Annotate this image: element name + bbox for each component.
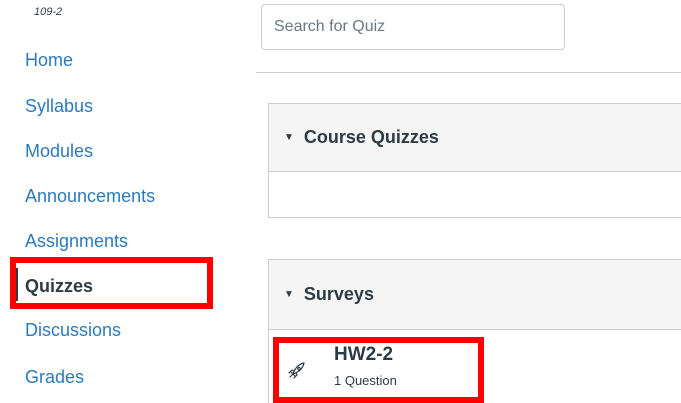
quiz-list-item[interactable] (268, 330, 681, 403)
nav-item-assignments[interactable]: Assignments (25, 231, 128, 252)
header-divider (256, 72, 681, 73)
nav-item-announcements[interactable]: Announcements (25, 186, 155, 207)
surveys-header[interactable]: ▼ Surveys (268, 259, 681, 330)
nav-item-grades[interactable]: Grades (25, 367, 84, 388)
quiz-title-link[interactable]: HW2-2 (334, 344, 393, 366)
nav-item-syllabus[interactable]: Syllabus (25, 96, 93, 117)
collapse-caret-icon: ▼ (284, 132, 294, 143)
nav-item-modules[interactable]: Modules (25, 141, 93, 162)
course-navigation: Home Syllabus Modules Announcements Assi… (0, 0, 240, 403)
rocket-icon (288, 362, 305, 379)
quiz-question-count: 1 Question (334, 373, 397, 388)
group-title: Course Quizzes (303, 127, 439, 147)
collapse-caret-icon: ▼ (284, 289, 294, 300)
active-nav-indicator (16, 268, 18, 301)
quizzes-page: 109-2 Home Syllabus Modules Announcement… (0, 0, 681, 403)
nav-item-home[interactable]: Home (25, 50, 73, 71)
course-quizzes-list (268, 172, 681, 218)
nav-item-quizzes[interactable]: Quizzes (25, 276, 93, 297)
group-title: Surveys (303, 284, 374, 304)
quiz-search-input[interactable] (261, 4, 565, 50)
course-quizzes-header[interactable]: ▼ Course Quizzes (268, 103, 681, 172)
nav-item-discussions[interactable]: Discussions (25, 320, 121, 341)
